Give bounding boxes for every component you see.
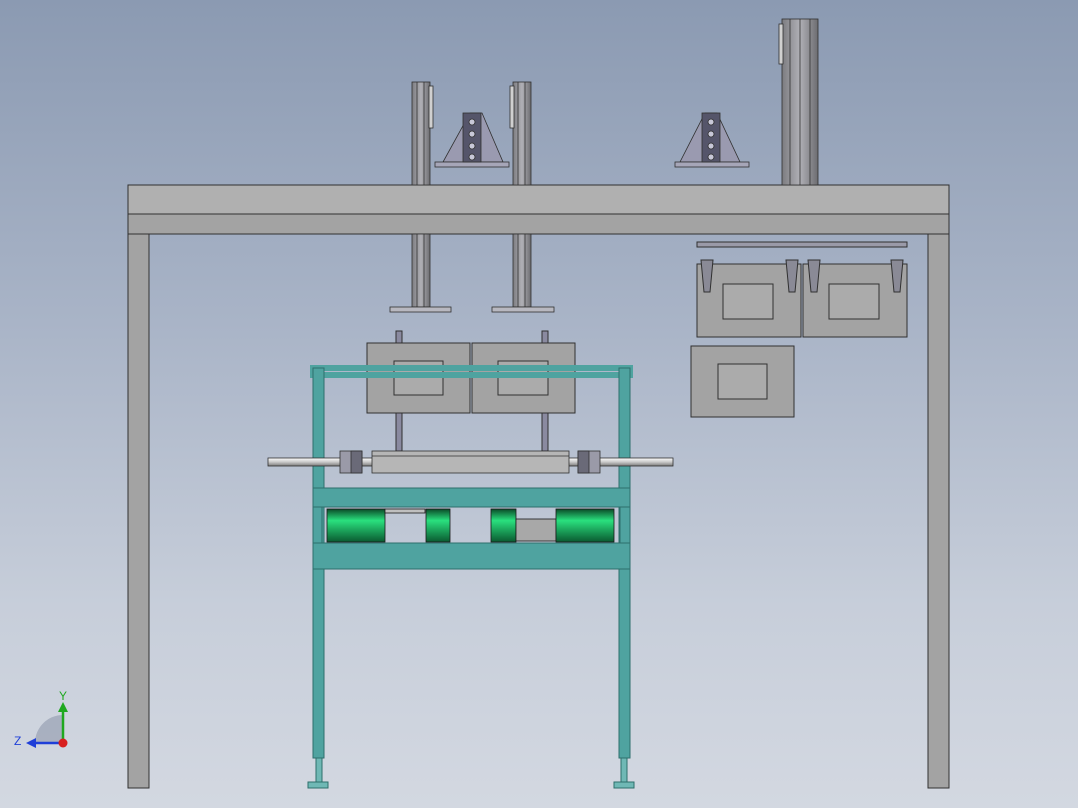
triad-arc (35, 715, 63, 743)
z-axis-label: Z (14, 734, 21, 748)
y-axis-arrow (58, 702, 68, 712)
extrusion-column-right (778, 18, 819, 186)
z-axis-arrow (26, 738, 36, 748)
bracket-right (674, 112, 750, 168)
bracket-left (434, 112, 510, 168)
motor-group (326, 508, 615, 543)
cad-viewport[interactable]: Y Z (0, 0, 1078, 808)
horizontal-shaft (267, 450, 674, 474)
right-post (927, 233, 950, 789)
axis-triad[interactable]: Y Z (14, 689, 68, 748)
right-panel-assembly (690, 241, 908, 418)
top-beam (127, 184, 950, 215)
motor-3 (490, 508, 517, 543)
y-axis-label: Y (59, 689, 67, 703)
motor-4 (555, 508, 615, 543)
triad-origin (58, 738, 68, 748)
top-beam-lower (127, 213, 950, 235)
motor-1 (326, 508, 386, 543)
center-block-assembly (366, 330, 576, 452)
left-post (127, 233, 150, 789)
motor-2 (425, 508, 451, 543)
teal-cart (307, 365, 635, 789)
